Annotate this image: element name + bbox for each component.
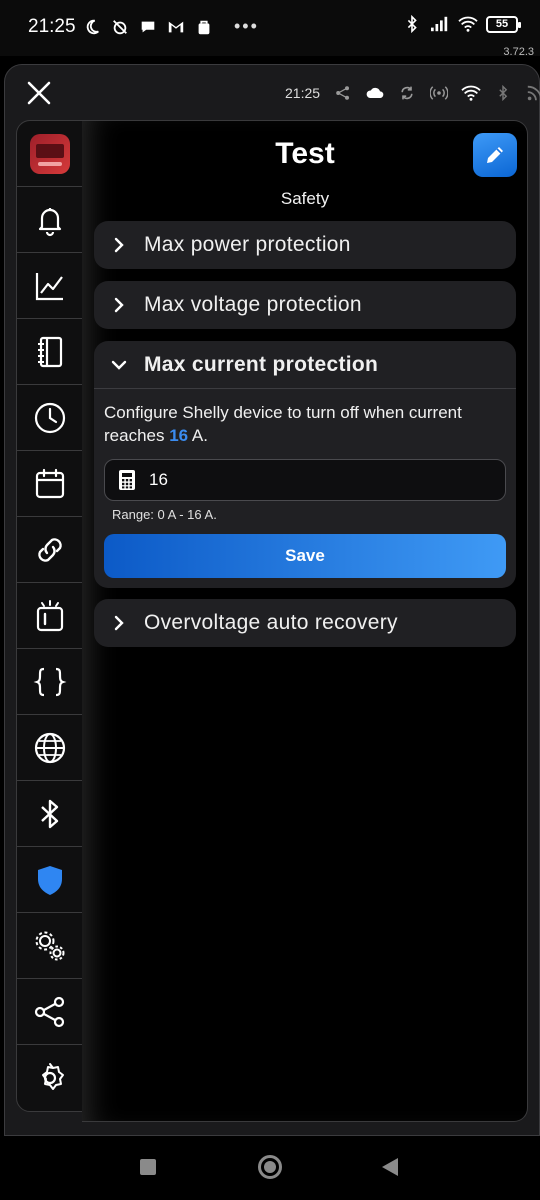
sidebar-item-settings[interactable]: [17, 1045, 83, 1111]
bluetooth-status-icon: [402, 14, 422, 34]
signal-icon: [430, 14, 450, 34]
more-notifications-icon: •••: [234, 16, 259, 36]
description-text: Configure Shelly device to turn off when…: [104, 403, 462, 445]
accordion-overvoltage-auto-recovery: Overvoltage auto recovery: [94, 599, 516, 647]
sidebar-item-internet[interactable]: [17, 715, 83, 781]
broadcast-icon: [429, 83, 449, 103]
current-limit-input[interactable]: [149, 470, 449, 490]
calendar-icon: [35, 468, 65, 498]
accordion-body: Configure Shelly device to turn off when…: [94, 389, 516, 588]
edit-button[interactable]: [473, 133, 517, 177]
sidebar-item-scripts[interactable]: [17, 649, 83, 715]
sidebar: [16, 120, 84, 1112]
accordion-header[interactable]: Max current protection: [94, 341, 516, 389]
save-button[interactable]: Save: [104, 534, 506, 578]
device-thumbnail: [30, 133, 70, 174]
current-limit-value: 16: [169, 426, 189, 445]
home-button[interactable]: [258, 1155, 282, 1179]
accordion-max-current-protection: Max current protection Configure Shelly …: [94, 341, 516, 588]
bluetooth-icon: [41, 799, 59, 828]
chevron-right-icon: [110, 236, 128, 254]
status-time: 21:25: [28, 16, 76, 37]
window-time: 21:25: [285, 85, 321, 101]
window-status-icons: [333, 83, 540, 103]
accordion-header[interactable]: Max voltage protection: [94, 281, 516, 329]
accordion-label: Max voltage protection: [144, 293, 362, 316]
share-icon: [34, 996, 65, 1027]
bell-icon: [38, 207, 62, 236]
sidebar-item-statistics[interactable]: [17, 253, 83, 319]
sidebar-item-input[interactable]: [17, 583, 83, 649]
sidebar-item-actions[interactable]: [17, 517, 83, 583]
sidebar-item-safety[interactable]: [17, 847, 83, 913]
back-button[interactable]: [382, 1158, 398, 1176]
close-icon: [27, 81, 51, 105]
sidebar-item-notifications[interactable]: [17, 187, 83, 253]
battery-indicator: 55: [486, 15, 521, 33]
sync-icon: [397, 83, 417, 103]
accordion-max-voltage-protection: Max voltage protection: [94, 281, 516, 329]
chat-icon: [138, 17, 158, 37]
cloud-icon: [365, 83, 385, 103]
app-version: 3.72.3: [503, 46, 534, 58]
clock-icon: [34, 402, 66, 433]
settings-icon: [42, 1063, 64, 1090]
wifi-icon: [461, 83, 481, 103]
accordion-label: Overvoltage auto recovery: [144, 611, 398, 634]
chevron-right-icon: [110, 296, 128, 314]
shopping-bag-icon: [194, 17, 214, 37]
gears-icon: [35, 931, 65, 960]
current-protection-description: Configure Shelly device to turn off when…: [104, 401, 506, 447]
chart-icon: [35, 272, 63, 300]
recents-button[interactable]: [140, 1159, 156, 1175]
current-limit-field: [104, 459, 506, 501]
main-panel: Test Safety Max power protection Max vol…: [82, 120, 528, 1122]
page-subtitle: Safety: [280, 189, 330, 208]
accordion-header[interactable]: Overvoltage auto recovery: [94, 599, 516, 647]
system-status-bar: 21:25 ••• 55 3.72.3: [0, 0, 540, 58]
sidebar-item-advanced-settings[interactable]: [17, 913, 83, 979]
link-icon: [38, 537, 62, 562]
share-status-icon: [333, 83, 353, 103]
calculator-icon: [117, 469, 137, 491]
status-right-icons: 55: [402, 14, 521, 34]
range-hint: Range: 0 A - 16 A.: [112, 507, 217, 522]
shield-icon: [38, 865, 62, 895]
sidebar-item-bluetooth[interactable]: [17, 781, 83, 847]
chevron-right-icon: [110, 614, 128, 632]
wifi-status-icon: [458, 14, 478, 34]
accordion-max-power-protection: Max power protection: [94, 221, 516, 269]
chevron-down-icon: [110, 356, 128, 374]
braces-icon: [33, 667, 67, 696]
status-left-icons: •••: [82, 16, 259, 37]
accordion-header[interactable]: Max power protection: [94, 221, 516, 269]
description-unit: A.: [188, 426, 208, 445]
bluetooth-icon: [493, 83, 513, 103]
moon-icon: [82, 17, 102, 37]
system-navigation-bar: [0, 1136, 540, 1200]
rss-icon: [525, 83, 540, 103]
sidebar-item-schedules[interactable]: [17, 451, 83, 517]
close-button[interactable]: [25, 79, 53, 107]
page-title: Test: [275, 137, 335, 170]
sidebar-item-sharing[interactable]: [17, 979, 83, 1045]
accordion-label: Max power protection: [144, 233, 351, 256]
sidebar-item-log[interactable]: [17, 319, 83, 385]
muted-alarm-icon: [110, 17, 130, 37]
sidebar-item-device[interactable]: [17, 121, 83, 187]
notebook-icon: [38, 336, 63, 367]
switch-icon: [36, 599, 64, 631]
accordion-label: Max current protection: [144, 352, 379, 376]
sidebar-item-timers[interactable]: [17, 385, 83, 451]
gmail-icon: [166, 17, 186, 37]
pencil-icon: [487, 147, 503, 163]
globe-icon: [34, 732, 66, 763]
